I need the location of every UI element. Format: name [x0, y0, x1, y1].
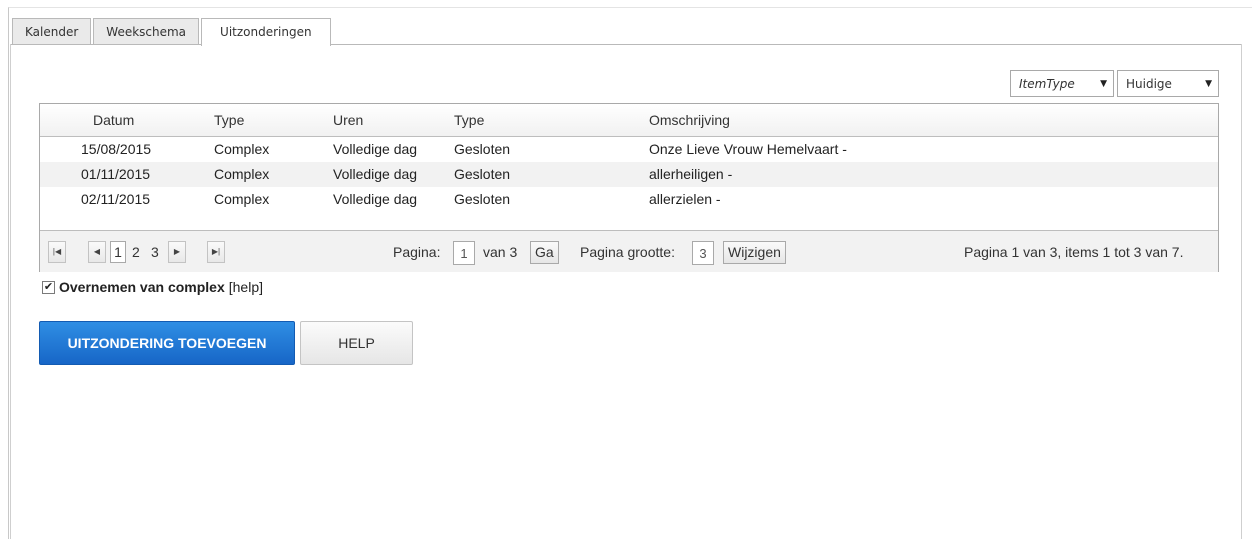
exceptions-grid: Datum Type Uren Type Omschrijving 15/08/…: [39, 103, 1219, 272]
cell-type-2: Gesloten: [454, 166, 511, 182]
cell-datum: 02/11/2015: [81, 191, 151, 207]
inherit-from-complex: ✔ Overnemen van complex [help]: [42, 279, 263, 295]
grid-pager: |◀ ◀ 1 2 3 ▶ ▶| Pagina: 1 van 3 Ga Pagin…: [40, 230, 1218, 272]
page-size-input[interactable]: 3: [692, 241, 714, 265]
chevron-down-icon: ▼: [1205, 78, 1212, 89]
itemtype-select-value: ItemType: [1019, 76, 1075, 91]
cell-type-2: Gesloten: [454, 191, 511, 207]
table-row[interactable]: 15/08/2015 Complex Volledige dag Geslote…: [40, 137, 1218, 162]
pager-summary: Pagina 1 van 3, items 1 tot 3 van 7.: [964, 244, 1184, 260]
first-page-icon[interactable]: |◀: [48, 241, 66, 263]
page-link-1[interactable]: 1: [110, 241, 126, 263]
tab-bar: Kalender Weekschema Uitzonderingen: [12, 18, 333, 46]
cell-datum: 15/08/2015: [81, 141, 152, 157]
tab-uitzonderingen[interactable]: Uitzonderingen: [201, 18, 331, 46]
cell-type: Complex: [214, 166, 270, 182]
column-header-uren[interactable]: Uren: [333, 104, 363, 137]
page-link-3[interactable]: 3: [151, 241, 159, 263]
page-of-label: van 3: [483, 244, 518, 260]
cell-uren: Volledige dag: [333, 191, 418, 207]
period-select[interactable]: Huidige ▼: [1117, 70, 1219, 97]
cell-omschrijving: allerzielen -: [649, 191, 721, 207]
prev-page-icon[interactable]: ◀: [88, 241, 106, 263]
tab-weekschema[interactable]: Weekschema: [93, 18, 200, 45]
next-page-icon[interactable]: ▶: [168, 241, 186, 263]
table-row[interactable]: 01/11/2015 Complex Volledige dag Geslote…: [40, 162, 1218, 187]
go-button[interactable]: Ga: [530, 241, 559, 264]
inherit-label: Overnemen van complex: [59, 279, 225, 295]
column-header-type[interactable]: Type: [214, 104, 244, 137]
column-header-datum[interactable]: Datum: [93, 104, 134, 137]
page-label: Pagina:: [393, 244, 441, 260]
cell-uren: Volledige dag: [333, 141, 418, 157]
cell-type: Complex: [214, 191, 270, 207]
help-button[interactable]: HELP: [300, 321, 413, 365]
grid-header: Datum Type Uren Type Omschrijving: [40, 104, 1218, 137]
page-number-input[interactable]: 1: [453, 241, 475, 265]
column-header-type-2[interactable]: Type: [454, 104, 484, 137]
tab-kalender[interactable]: Kalender: [12, 18, 92, 45]
chevron-down-icon: ▼: [1100, 78, 1107, 89]
add-exception-button[interactable]: UITZONDERING TOEVOEGEN: [39, 321, 295, 365]
inherit-help-link[interactable]: [help]: [229, 279, 263, 295]
cell-omschrijving: allerheiligen -: [649, 166, 733, 182]
last-page-icon[interactable]: ▶|: [207, 241, 225, 263]
column-header-omschrijving[interactable]: Omschrijving: [649, 104, 730, 137]
change-size-button[interactable]: Wijzigen: [723, 241, 786, 264]
cell-omschrijving: Onze Lieve Vrouw Hemelvaart -: [649, 141, 847, 157]
cell-uren: Volledige dag: [333, 166, 418, 182]
table-row[interactable]: 02/11/2015 Complex Volledige dag Geslote…: [40, 187, 1218, 212]
cell-datum: 01/11/2015: [81, 166, 151, 182]
cell-type: Complex: [214, 141, 270, 157]
inherit-checkbox[interactable]: ✔: [42, 280, 55, 294]
itemtype-select[interactable]: ItemType ▼: [1010, 70, 1114, 97]
page-link-2[interactable]: 2: [132, 241, 140, 263]
page-size-label: Pagina grootte:: [580, 244, 675, 260]
period-select-value: Huidige: [1126, 76, 1172, 91]
cell-type-2: Gesloten: [454, 141, 511, 157]
